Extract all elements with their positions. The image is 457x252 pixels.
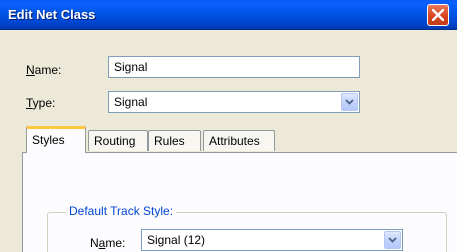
type-select[interactable]: Signal xyxy=(108,91,360,113)
tab-attributes[interactable]: Attributes xyxy=(203,130,275,151)
close-button[interactable] xyxy=(427,4,449,26)
track-style-dropdown-button[interactable] xyxy=(384,231,401,249)
group-title: Default Track Style: xyxy=(66,204,177,218)
tab-rules-label: Rules xyxy=(154,134,185,148)
track-style-value: Signal (12) xyxy=(147,233,206,247)
track-name-label: Name: xyxy=(90,236,126,250)
tab-styles[interactable]: Styles xyxy=(26,126,86,153)
name-field-value: Signal xyxy=(114,60,148,74)
name-label: Name: xyxy=(26,63,62,77)
type-dropdown-button[interactable] xyxy=(341,93,358,111)
window-title: Edit Net Class xyxy=(8,7,96,22)
track-style-select[interactable]: Signal (12) xyxy=(141,229,403,251)
chevron-down-icon xyxy=(345,99,354,105)
close-icon xyxy=(432,9,444,21)
name-field[interactable]: Signal xyxy=(108,56,360,78)
chevron-down-icon xyxy=(388,237,397,243)
tab-rules[interactable]: Rules xyxy=(148,130,201,151)
tab-routing[interactable]: Routing xyxy=(88,130,148,151)
type-label: Type: xyxy=(26,96,56,110)
tab-styles-label: Styles xyxy=(32,133,65,147)
tab-attributes-label: Attributes xyxy=(209,134,260,148)
title-bar: Edit Net Class xyxy=(0,0,457,30)
tab-routing-label: Routing xyxy=(94,134,136,148)
type-select-value: Signal xyxy=(114,95,148,109)
